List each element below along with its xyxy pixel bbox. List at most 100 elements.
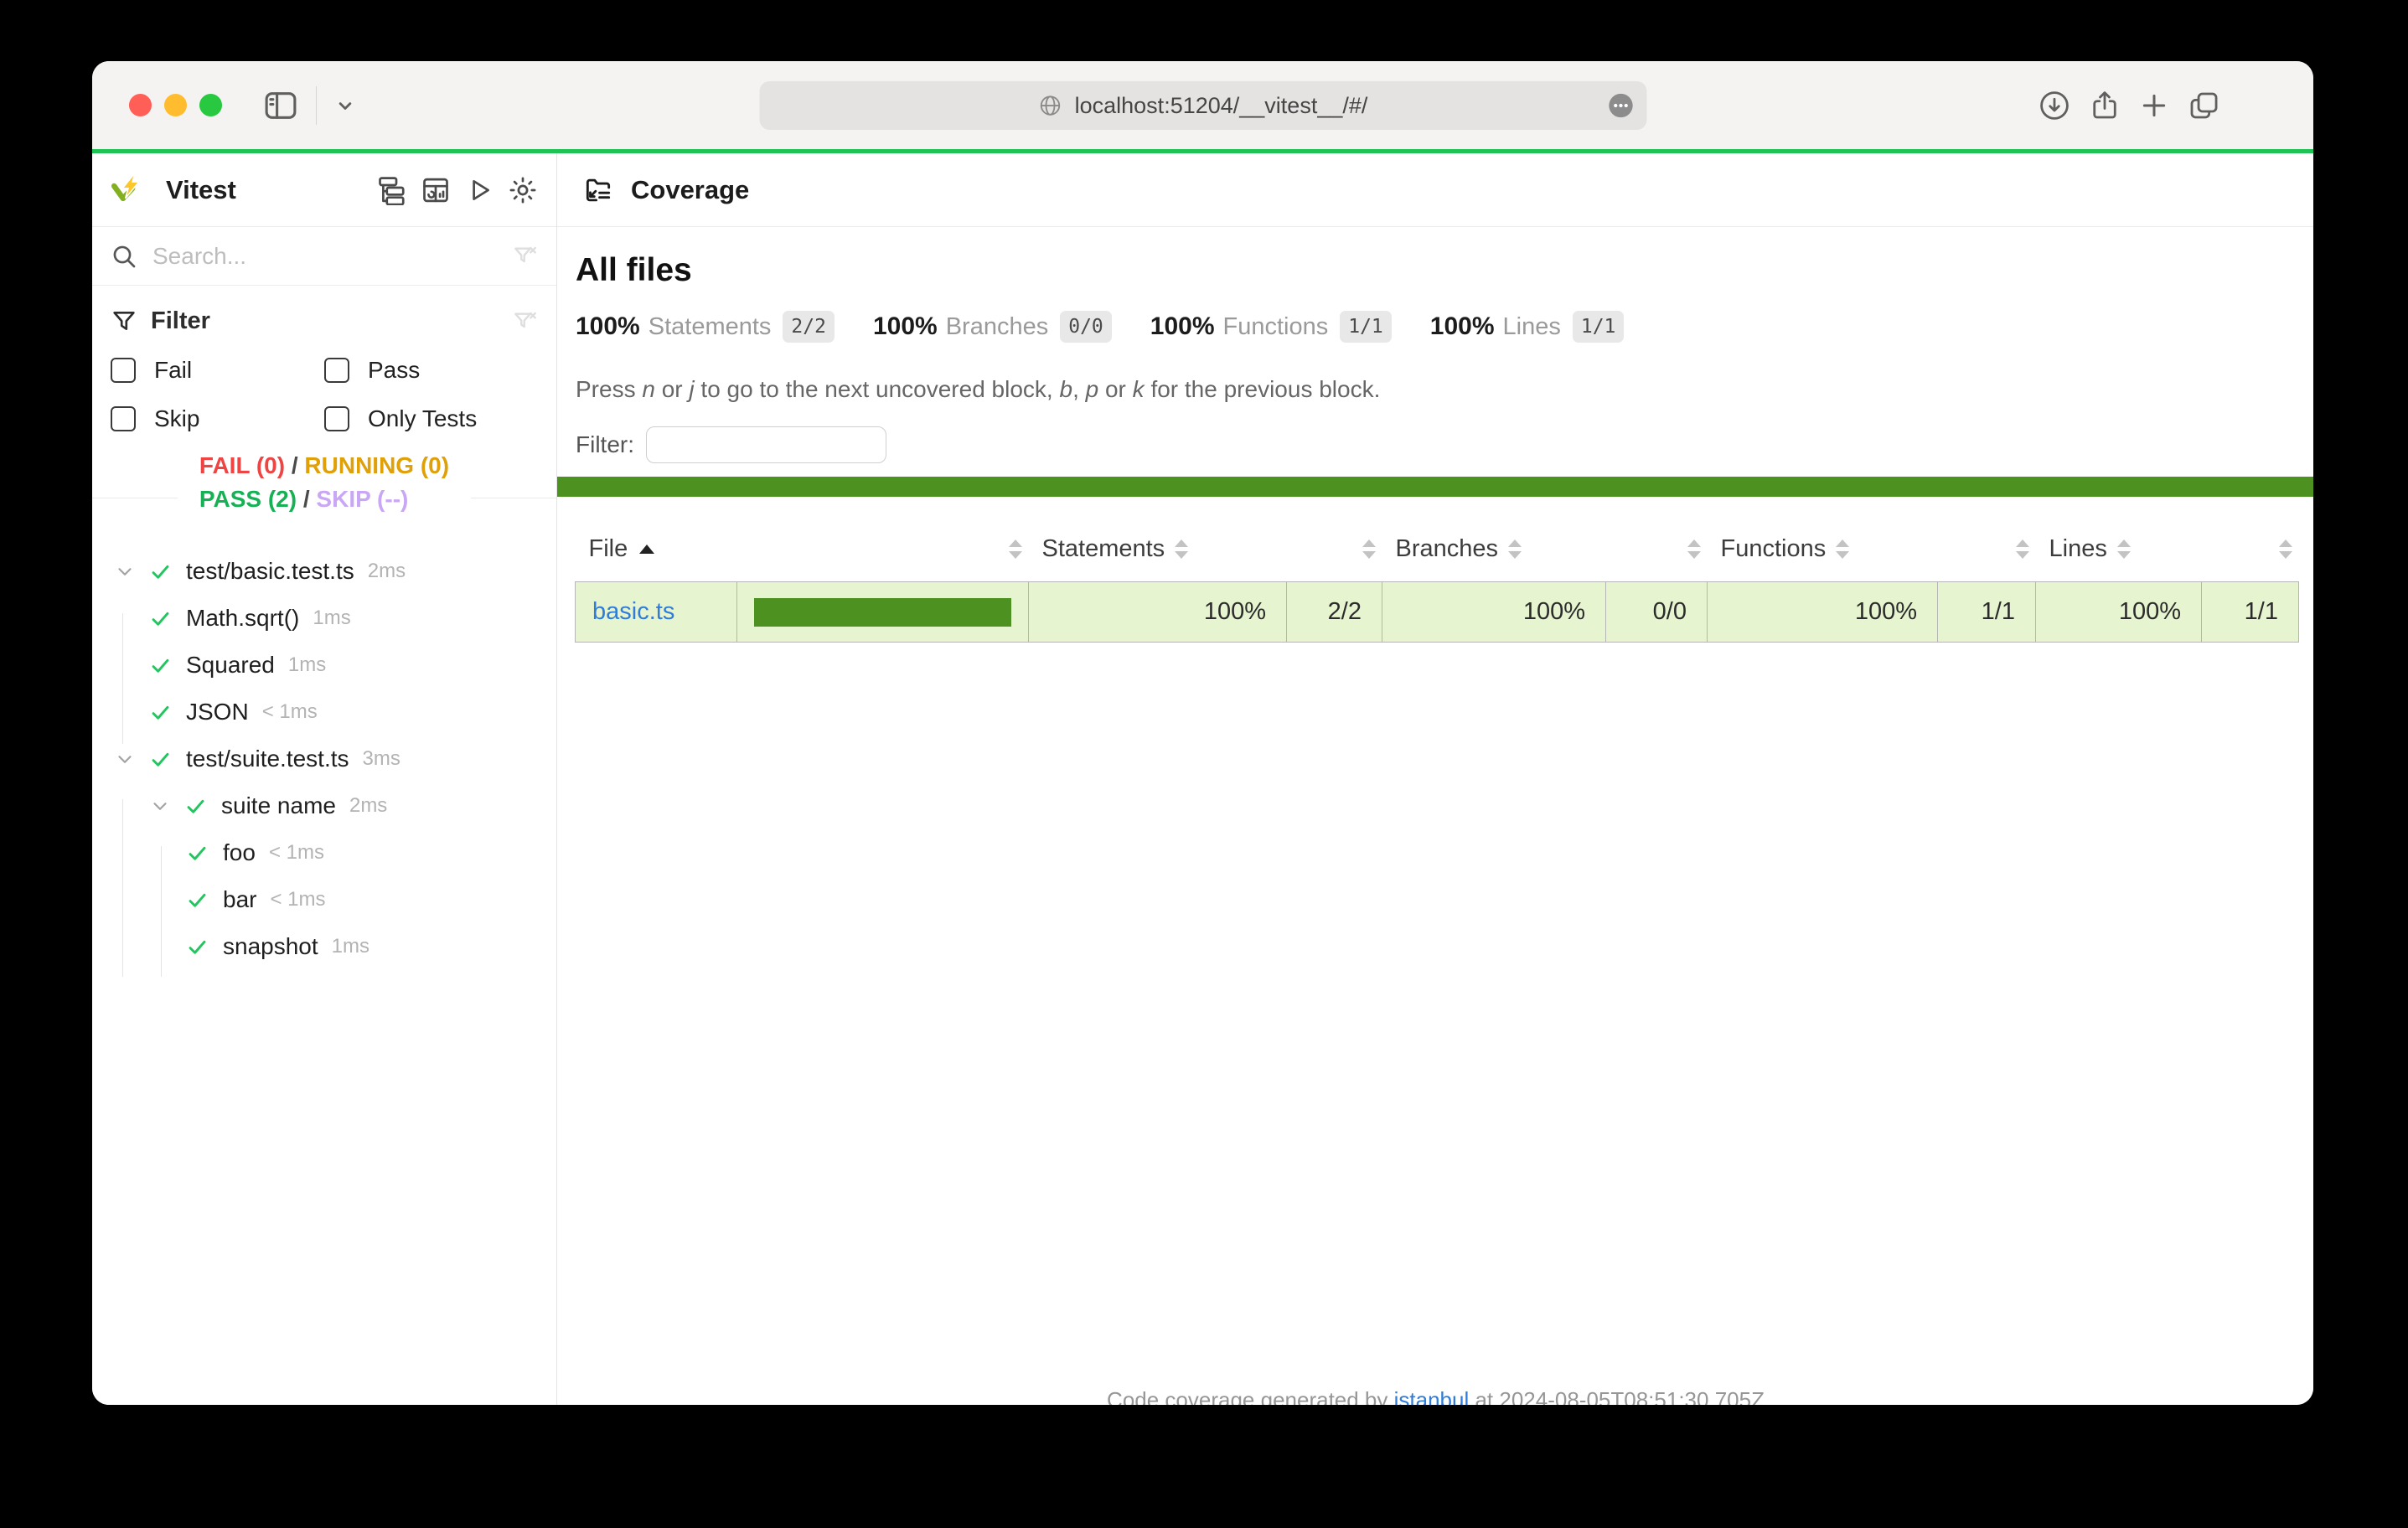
table-row: basic.ts 100% 2/2 100% 0/0 100% 1/1 100% (576, 582, 2299, 643)
sort-arrows-icon (1836, 539, 1849, 559)
indent-guide (122, 613, 123, 744)
tree-item-file[interactable]: test/suite.test.ts 3ms (92, 736, 556, 782)
column-header-lines[interactable]: Lines (2036, 514, 2202, 582)
filter-section-title: Filter (151, 307, 210, 335)
tree-item-test[interactable]: foo < 1ms (92, 829, 556, 876)
branches-frac-cell: 0/0 (1606, 582, 1708, 643)
sort-asc-icon (639, 545, 654, 554)
file-cell: basic.ts (576, 582, 737, 643)
coverage-filter-input[interactable] (646, 426, 886, 463)
test-duration: 3ms (363, 747, 400, 771)
sort-arrows-icon (1009, 539, 1022, 559)
test-duration: 2ms (368, 560, 406, 583)
indent-guide (122, 799, 123, 977)
tree-item-test[interactable]: Squared 1ms (92, 642, 556, 689)
test-duration: < 1ms (262, 700, 318, 724)
column-header-statements[interactable]: Statements (1029, 514, 1287, 582)
search-icon (111, 243, 137, 270)
chevron-down-icon[interactable] (333, 94, 357, 117)
app-title: Vitest (166, 175, 236, 205)
zoom-button[interactable] (199, 94, 222, 116)
table-header-row: File Statements (576, 514, 2299, 582)
istanbul-link[interactable]: istanbul (1394, 1387, 1470, 1405)
column-header-functions[interactable]: Functions (1708, 514, 1938, 582)
search-input[interactable] (152, 243, 511, 270)
page-title: Coverage (631, 175, 749, 205)
checkbox-only-tests[interactable]: Only Tests (324, 405, 538, 432)
tree-item-test[interactable]: bar < 1ms (92, 876, 556, 923)
file-link[interactable]: basic.ts (592, 598, 674, 625)
checkbox-skip[interactable]: Skip (111, 405, 324, 432)
vitest-sidebar: Vitest (92, 153, 557, 1405)
only-tests-checkbox-box[interactable] (324, 406, 349, 431)
stat-statements: 100% Statements 2/2 (576, 311, 835, 343)
coverage-footer: Code coverage generated by istanbul at 2… (557, 1387, 2313, 1405)
clear-search-filter-icon[interactable] (511, 243, 538, 270)
theme-toggle-sun-icon[interactable] (508, 175, 538, 205)
collapse-chevron-icon[interactable] (114, 560, 136, 582)
run-all-icon[interactable] (465, 176, 493, 204)
tree-item-test[interactable]: Math.sqrt() 1ms (92, 595, 556, 642)
sidebar-toggle-icon[interactable] (262, 87, 299, 124)
sort-arrows-icon (2279, 539, 2292, 559)
coverage-table: File Statements (575, 514, 2299, 643)
tree-item-test[interactable]: snapshot 1ms (92, 923, 556, 970)
fail-checkbox-box[interactable] (111, 358, 136, 383)
browser-window: localhost:51204/__vitest__/#/ (92, 61, 2313, 1405)
skip-checkbox-box[interactable] (111, 406, 136, 431)
column-header-statements-frac-sorter[interactable] (1287, 514, 1382, 582)
sort-arrows-icon (1687, 539, 1701, 559)
downloads-icon[interactable] (2037, 88, 2072, 123)
keyboard-hint: Press n or j to go to the next uncovered… (576, 376, 2313, 403)
coverage-report-icon (582, 174, 614, 206)
test-duration: 1ms (332, 935, 369, 958)
tree-view-icon[interactable] (376, 175, 406, 205)
pass-check-icon (149, 654, 172, 677)
pass-check-icon (186, 842, 209, 865)
clear-filters-icon[interactable] (511, 308, 538, 335)
collapse-chevron-icon[interactable] (149, 795, 171, 817)
collapse-chevron-icon[interactable] (114, 748, 136, 770)
address-bar[interactable]: localhost:51204/__vitest__/#/ (759, 81, 1646, 130)
pass-check-icon (149, 560, 172, 583)
traffic-lights (129, 94, 222, 116)
filter-input-label: Filter: (576, 431, 634, 458)
checkbox-fail[interactable]: Fail (111, 357, 324, 384)
column-header-functions-frac-sorter[interactable] (1938, 514, 2036, 582)
column-header-file[interactable]: File (576, 514, 737, 582)
tree-item-suite[interactable]: suite name 2ms (92, 782, 556, 829)
tree-item-test[interactable]: JSON < 1ms (92, 689, 556, 736)
dashboard-icon[interactable] (421, 175, 451, 205)
filter-funnel-icon (111, 308, 137, 335)
coverage-panel: Coverage All files 100% Statements 2/2 1… (557, 153, 2313, 1405)
pass-check-icon (186, 889, 209, 911)
pass-checkbox-box[interactable] (324, 358, 349, 383)
globe-icon (1038, 93, 1063, 118)
lines-pct-cell: 100% (2036, 582, 2202, 643)
tree-item-file[interactable]: test/basic.test.ts 2ms (92, 548, 556, 595)
column-header-branches-frac-sorter[interactable] (1606, 514, 1708, 582)
statements-frac-cell: 2/2 (1287, 582, 1382, 643)
share-icon[interactable] (2087, 88, 2122, 123)
sort-arrows-icon (2117, 539, 2131, 559)
lines-frac-cell: 1/1 (2202, 582, 2299, 643)
page-settings-button[interactable] (1606, 91, 1635, 120)
test-duration: 2ms (349, 794, 387, 818)
functions-frac-cell: 1/1 (1938, 582, 2036, 643)
coverage-status-bar (557, 477, 2313, 497)
tab-overview-icon[interactable] (2186, 88, 2221, 123)
column-header-lines-frac-sorter[interactable] (2202, 514, 2299, 582)
summary-line-fail-running: FAIL (0) / RUNNING (0) (199, 449, 449, 483)
close-button[interactable] (129, 94, 152, 116)
test-duration: 1ms (288, 653, 326, 677)
column-header-chart-sorter[interactable] (737, 514, 1029, 582)
stat-functions: 100% Functions 1/1 (1150, 311, 1392, 343)
test-file-tree: test/basic.test.ts 2ms Math.sqrt() 1ms S… (92, 548, 556, 1405)
stat-branches: 100% Branches 0/0 (873, 311, 1112, 343)
checkbox-pass[interactable]: Pass (324, 357, 538, 384)
branches-pct-cell: 100% (1382, 582, 1606, 643)
stat-lines: 100% Lines 1/1 (1430, 311, 1625, 343)
new-tab-icon[interactable] (2137, 89, 2171, 122)
column-header-branches[interactable]: Branches (1382, 514, 1606, 582)
minimize-button[interactable] (164, 94, 187, 116)
